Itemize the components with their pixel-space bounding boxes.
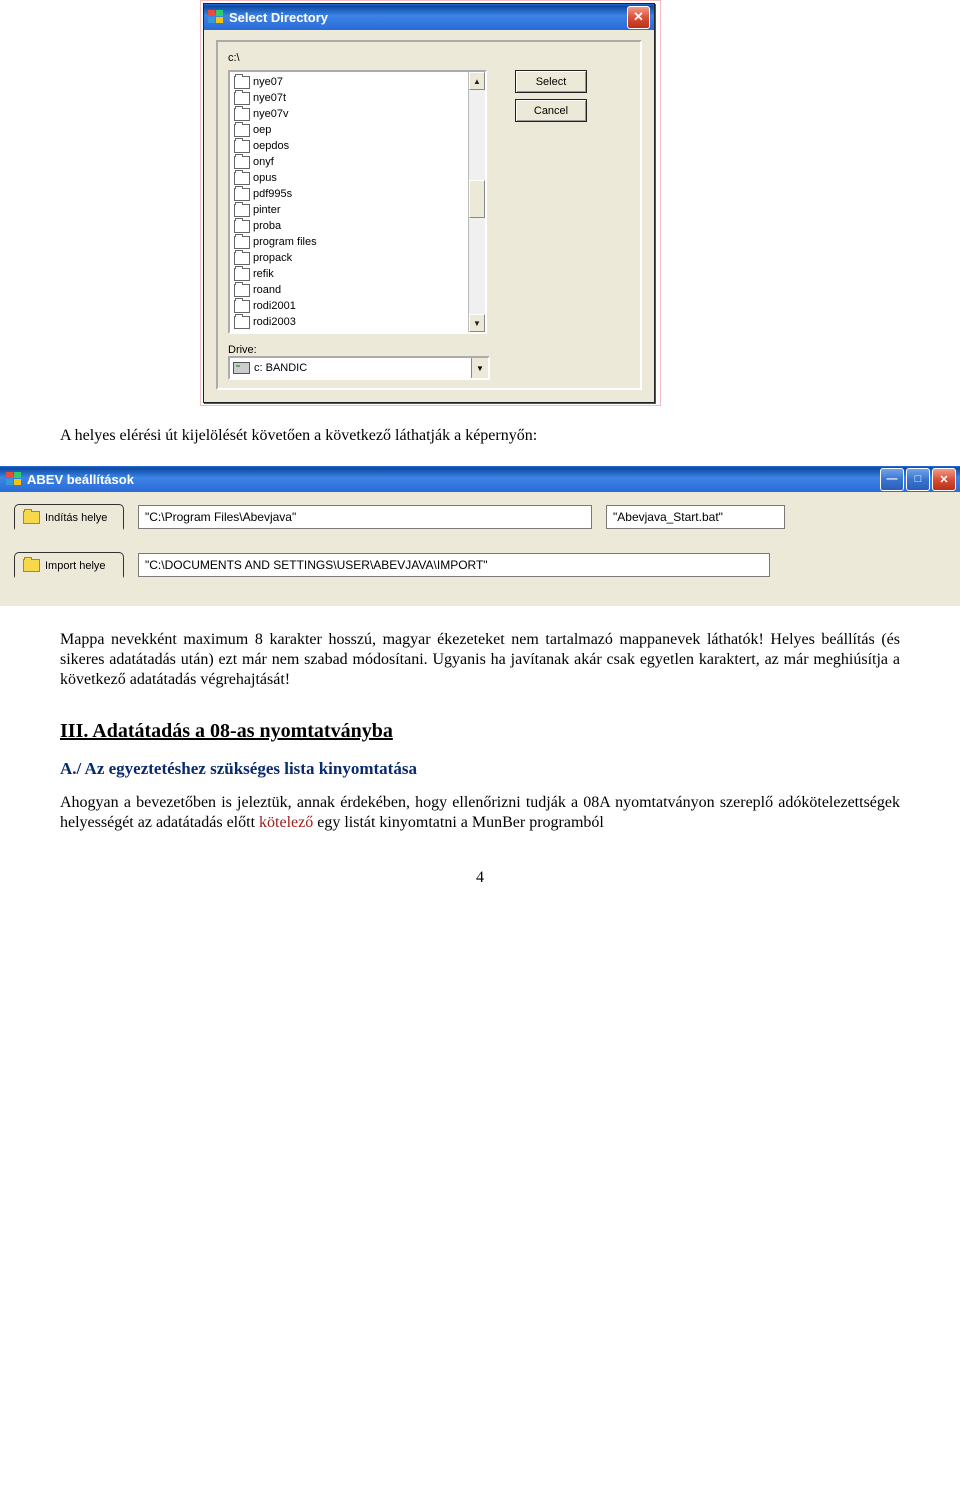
folder-item[interactable]: refik [232, 266, 466, 282]
folder-item[interactable]: program files [232, 234, 466, 250]
folder-label: oepdos [253, 140, 289, 152]
scroll-down-icon[interactable]: ▼ [469, 314, 485, 332]
folder-item[interactable]: proba [232, 218, 466, 234]
folder-item[interactable]: propack [232, 250, 466, 266]
folder-label: refik [253, 268, 274, 280]
folder-label: proba [253, 220, 281, 232]
folder-label: opus [253, 172, 277, 184]
folder-label: pdf995s [253, 188, 292, 200]
folder-item[interactable]: oepdos [232, 138, 466, 154]
folder-item[interactable]: opus [232, 170, 466, 186]
folder-icon [234, 300, 250, 313]
scroll-up-icon[interactable]: ▲ [469, 72, 485, 90]
abev-titlebar: ABEV beállítások — □ ✕ [0, 466, 960, 492]
drive-combobox[interactable]: c: BANDIC ▼ [228, 356, 490, 380]
folder-label: onyf [253, 156, 274, 168]
folder-item[interactable]: roand [232, 282, 466, 298]
folder-icon [234, 204, 250, 217]
scroll-thumb[interactable] [469, 180, 485, 218]
minimize-icon: — [887, 473, 898, 485]
folder-icon [234, 316, 250, 329]
maximize-button[interactable]: □ [906, 468, 930, 491]
folder-icon [234, 268, 250, 281]
folder-label: nye07t [253, 92, 286, 104]
abev-settings-screenshot: ABEV beállítások — □ ✕ Indítás helye "C:… [0, 466, 960, 606]
cancel-button[interactable]: Cancel [515, 99, 587, 122]
folder-icon [23, 559, 40, 572]
select-directory-dialog: Select Directory ✕ c:\ nye07 nye07t nye07v… [203, 3, 655, 403]
folder-label: roand [253, 284, 281, 296]
drive-value: c: BANDIC [254, 362, 307, 374]
windows-logo-icon [6, 472, 22, 486]
section-title: III. Adatátadás a 08-as nyomtatványba [60, 720, 900, 743]
folder-item[interactable]: pdf995s [232, 186, 466, 202]
inditas-path-input[interactable]: "C:\Program Files\Abevjava" [138, 505, 592, 529]
chevron-down-icon[interactable]: ▼ [471, 358, 488, 378]
select-directory-screenshot: Select Directory ✕ c:\ nye07 nye07t nye07v… [200, 0, 661, 406]
folder-icon [234, 124, 250, 137]
folder-item[interactable]: rodi2003 [232, 314, 466, 330]
abev-title: ABEV beállítások [27, 472, 134, 487]
folder-item[interactable]: nye07 [232, 74, 466, 90]
folder-icon [234, 108, 250, 121]
folder-label: nye07 [253, 76, 283, 88]
folder-label: rodi2001 [253, 300, 296, 312]
close-icon: ✕ [633, 9, 644, 25]
folder-icon [234, 92, 250, 105]
minimize-button[interactable]: — [880, 468, 904, 491]
folder-icon [234, 140, 250, 153]
current-path-label: c:\ [228, 52, 630, 64]
inditas-label: Indítás helye [45, 512, 107, 524]
dialog-titlebar: Select Directory ✕ [204, 4, 654, 30]
abev-settings-dialog: ABEV beállítások — □ ✕ Indítás helye "C:… [0, 466, 960, 606]
folder-icon [234, 236, 250, 249]
import-label: Import helye [45, 560, 106, 572]
page-number: 4 [60, 869, 900, 887]
scrollbar[interactable]: ▲ ▼ [468, 72, 485, 332]
folder-item[interactable]: nye07v [232, 106, 466, 122]
folder-icon [23, 511, 40, 524]
dialog-title: Select Directory [229, 10, 328, 25]
folder-label: propack [253, 252, 292, 264]
folder-icon [234, 76, 250, 89]
folder-item[interactable]: rodi2001 [232, 298, 466, 314]
close-button[interactable]: ✕ [627, 6, 650, 29]
folder-item[interactable]: oep [232, 122, 466, 138]
close-button[interactable]: ✕ [932, 468, 956, 491]
folder-item[interactable]: nye07t [232, 90, 466, 106]
folder-item[interactable]: onyf [232, 154, 466, 170]
folder-label: rodi2003 [253, 316, 296, 328]
folder-label: nye07v [253, 108, 288, 120]
inditas-helye-button[interactable]: Indítás helye [14, 504, 124, 530]
folder-icon [234, 188, 250, 201]
folder-label: program files [253, 236, 317, 248]
folder-label: pinter [253, 204, 281, 216]
folder-label: oep [253, 124, 271, 136]
folder-icon [234, 172, 250, 185]
import-helye-button[interactable]: Import helye [14, 552, 124, 578]
folder-icon [234, 252, 250, 265]
paragraph-2: Mappa nevekként maximum 8 karakter hossz… [60, 630, 900, 690]
inditas-file-input[interactable]: "Abevjava_Start.bat" [606, 505, 785, 529]
import-path-input[interactable]: "C:\DOCUMENTS AND SETTINGS\USER\ABEVJAVA… [138, 553, 770, 577]
folder-icon [234, 156, 250, 169]
drive-label: Drive: [228, 344, 630, 356]
subsection-title: A./ Az egyeztetéshez szükséges lista kin… [60, 759, 900, 779]
close-icon: ✕ [939, 473, 948, 486]
folder-item[interactable]: pinter [232, 202, 466, 218]
folder-icon [234, 220, 250, 233]
select-button[interactable]: Select [515, 70, 587, 93]
maximize-icon: □ [915, 473, 922, 485]
paragraph-3: Ahogyan a bevezetőben is jeleztük, annak… [60, 793, 900, 833]
folder-icon [234, 284, 250, 297]
drive-icon [233, 362, 250, 374]
folder-listbox[interactable]: nye07 nye07t nye07v oep oepdos onyf opus pdf995… [228, 70, 487, 334]
paragraph-1: A helyes elérési út kijelölését követően… [60, 426, 900, 446]
windows-logo-icon [208, 10, 224, 24]
